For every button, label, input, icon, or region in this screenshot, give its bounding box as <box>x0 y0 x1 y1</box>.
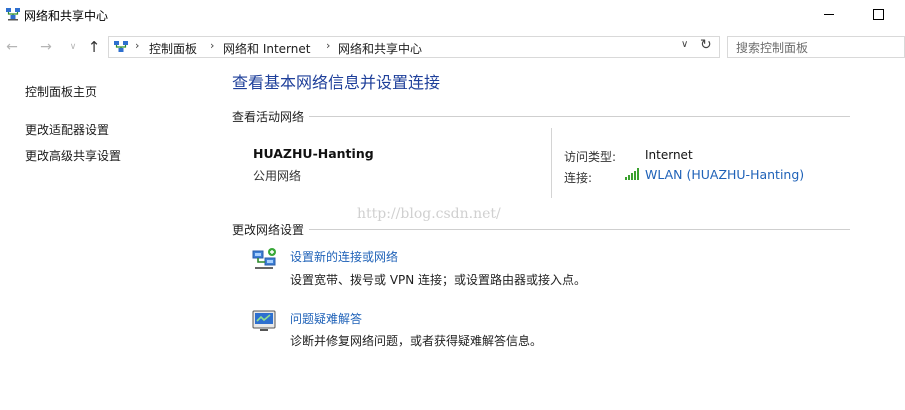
left-link-change-adapter-settings[interactable]: 更改适配器设置 <box>25 121 109 138</box>
page-title: 查看基本网络信息并设置连接 <box>232 73 441 92</box>
breadcrumb-separator-icon[interactable]: › <box>135 39 139 52</box>
breadcrumb-network-sharing-center[interactable]: 网络和共享中心 <box>338 40 422 57</box>
troubleshoot-icon <box>252 310 276 331</box>
address-bar[interactable]: › 控制面板 › 网络和 Internet › 网络和共享中心 ∨ ↻ <box>108 36 720 58</box>
wlan-connection-label[interactable]: WLAN (HUAZHU-Hanting) <box>645 167 804 182</box>
breadcrumb-separator-icon[interactable]: › <box>326 39 330 52</box>
left-link-change-advanced-sharing[interactable]: 更改高级共享设置 <box>25 147 121 164</box>
back-arrow-icon[interactable]: ← <box>2 37 22 57</box>
search-box[interactable] <box>727 36 905 58</box>
troubleshoot-description: 诊断并修复网络问题，或者获得疑难解答信息。 <box>290 334 543 348</box>
network-center-icon <box>6 8 20 21</box>
active-networks-heading: 查看活动网络 <box>232 108 310 125</box>
network-name: HUAZHU-Hanting <box>253 146 374 161</box>
vertical-divider <box>551 128 552 198</box>
left-link-control-panel-home[interactable]: 控制面板主页 <box>25 83 97 100</box>
access-type-value: Internet <box>645 148 693 162</box>
search-input[interactable] <box>734 38 898 58</box>
access-type-label: 访问类型: <box>564 150 617 164</box>
setup-connection-description: 设置宽带、拨号或 VPN 连接；或设置路由器或接入点。 <box>290 273 587 287</box>
forward-arrow-icon[interactable]: → <box>36 37 56 57</box>
watermark: http://blog.csdn.net/ <box>357 206 501 222</box>
refresh-icon[interactable]: ↻ <box>700 37 712 53</box>
network-setup-icon <box>252 248 276 269</box>
connections-label: 连接: <box>564 171 593 185</box>
network-category-link[interactable]: 公用网络 <box>253 167 301 184</box>
breadcrumb-network-internet[interactable]: 网络和 Internet <box>223 40 310 57</box>
address-dropdown-chevron-icon[interactable]: ∨ <box>681 39 688 50</box>
wifi-signal-icon <box>625 168 639 180</box>
section-divider <box>232 116 850 117</box>
wlan-connection-link[interactable]: WLAN (HUAZHU-Hanting) <box>625 167 804 182</box>
recent-locations-chevron-icon[interactable]: ∨ <box>63 37 83 57</box>
minimize-button[interactable] <box>812 0 846 30</box>
title-bar: 网络和共享中心 <box>0 0 905 30</box>
setup-connection-link[interactable]: 设置新的连接或网络 <box>290 248 398 265</box>
breadcrumb-separator-icon[interactable]: › <box>210 39 214 52</box>
window-title: 网络和共享中心 <box>24 9 109 23</box>
up-arrow-icon[interactable]: ↑ <box>84 37 104 57</box>
change-settings-heading: 更改网络设置 <box>232 221 310 238</box>
breadcrumb-control-panel[interactable]: 控制面板 <box>149 40 197 57</box>
troubleshoot-link[interactable]: 问题疑难解答 <box>290 310 362 327</box>
maximize-button[interactable] <box>860 0 896 30</box>
section-divider <box>232 229 850 230</box>
control-panel-icon <box>114 41 128 52</box>
